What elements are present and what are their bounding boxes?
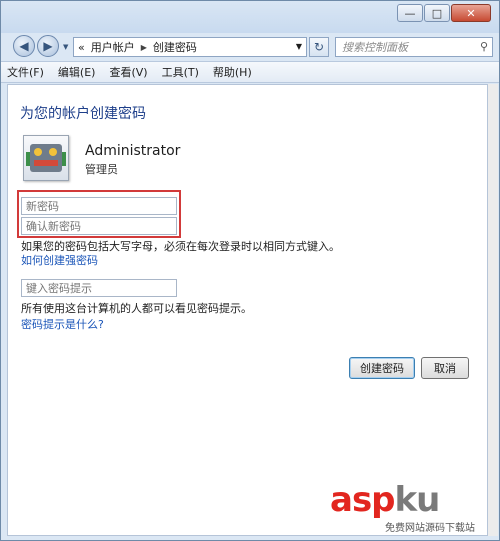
watermark-asp: asp — [330, 480, 396, 520]
minimize-button[interactable]: — — [397, 4, 423, 22]
cancel-button[interactable]: 取消 — [421, 357, 469, 379]
recent-pages-dropdown-icon[interactable]: ▼ — [63, 43, 68, 51]
menu-view[interactable]: 查看(V) — [109, 64, 147, 80]
back-button[interactable]: ◀ — [13, 35, 35, 57]
forward-button[interactable]: ▶ — [37, 35, 59, 57]
breadcrumb-user-accounts[interactable]: 用户帐户 — [91, 39, 135, 55]
new-password-input[interactable] — [21, 197, 177, 215]
menu-edit[interactable]: 编辑(E) — [58, 64, 96, 80]
search-placeholder: 搜索控制面板 — [342, 41, 408, 54]
username: Administrator — [85, 143, 181, 159]
refresh-button[interactable]: ↻ — [309, 37, 329, 57]
address-dropdown-icon[interactable]: ▼ — [296, 42, 302, 51]
strong-password-link[interactable]: 如何创建强密码 — [21, 252, 98, 268]
forward-arrow-icon: ▶ — [43, 39, 53, 53]
watermark-ku: ku — [394, 480, 441, 520]
search-input[interactable]: 搜索控制面板 ⚲ — [335, 37, 493, 57]
menu-tools[interactable]: 工具(T) — [162, 64, 199, 80]
password-hint-help-link[interactable]: 密码提示是什么? — [21, 316, 104, 332]
confirm-password-input[interactable] — [21, 217, 177, 235]
scrollbar[interactable] — [488, 84, 498, 536]
back-arrow-icon: ◀ — [19, 39, 29, 53]
breadcrumb-create-password[interactable]: 创建密码 — [153, 39, 197, 55]
watermark-caption: 免费网站源码下载站 — [385, 523, 475, 534]
create-password-button[interactable]: 创建密码 — [349, 357, 415, 379]
chevron-right-icon[interactable]: ▶ — [141, 43, 147, 52]
content-pane: 为您的帐户创建密码 Administrator 管理员 如果您的密码包括大写字母… — [7, 84, 488, 536]
window-controls: — □ ✕ — [396, 4, 491, 22]
navigation-bar: ◀ ▶ ▼ « 用户帐户 ▶ 创建密码 ▼ ↻ 搜索控制面板 ⚲ — [1, 33, 499, 61]
hint-visibility-note: 所有使用这台计算机的人都可以看见密码提示。 — [21, 302, 252, 315]
page-title: 为您的帐户创建密码 — [20, 106, 146, 122]
refresh-icon: ↻ — [313, 40, 325, 54]
search-icon[interactable]: ⚲ — [480, 40, 488, 53]
title-bar: — □ ✕ — [1, 1, 499, 33]
user-avatar-icon — [23, 135, 69, 181]
user-role: 管理员 — [85, 163, 118, 176]
watermark-logo: aspku — [330, 480, 441, 520]
breadcrumb-prefix[interactable]: « — [78, 41, 85, 54]
window: — □ ✕ ◀ ▶ ▼ « 用户帐户 ▶ 创建密码 ▼ ↻ 搜索控制面板 ⚲ 文… — [0, 0, 500, 541]
menu-file[interactable]: 文件(F) — [7, 64, 44, 80]
password-hint-input[interactable] — [21, 279, 177, 297]
menu-bar: 文件(F) 编辑(E) 查看(V) 工具(T) 帮助(H) — [1, 61, 499, 83]
address-bar[interactable]: « 用户帐户 ▶ 创建密码 ▼ — [73, 37, 307, 57]
menu-help[interactable]: 帮助(H) — [213, 64, 252, 80]
close-button[interactable]: ✕ — [451, 4, 491, 22]
maximize-button[interactable]: □ — [424, 4, 450, 22]
